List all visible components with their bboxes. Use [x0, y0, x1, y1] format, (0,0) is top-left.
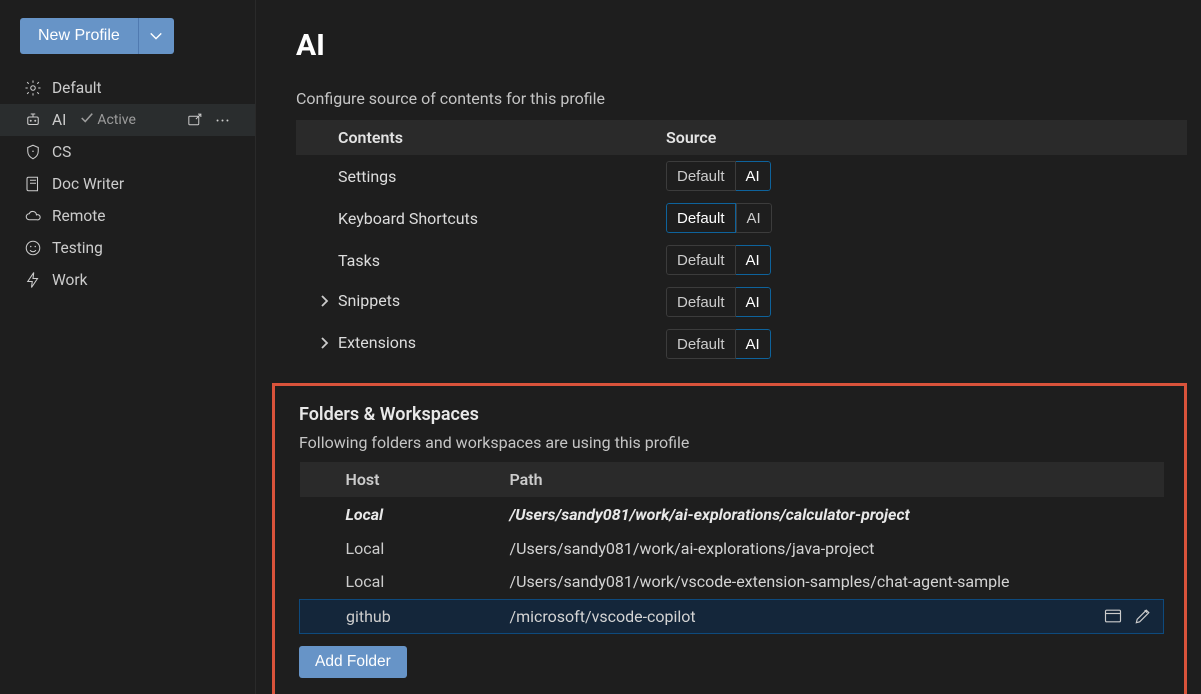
toggle-ai-button[interactable]: AI [736, 329, 771, 359]
contents-row-name: Tasks [296, 239, 666, 281]
toggle-default-button[interactable]: Default [666, 287, 736, 317]
sidebar-item-work[interactable]: Work [0, 264, 255, 296]
source-toggle: DefaultAI [666, 203, 772, 233]
folder-host: Local [300, 565, 510, 599]
contents-row-name: Snippets [296, 281, 666, 323]
source-toggle: DefaultAI [666, 329, 771, 359]
folder-path: /Users/sandy081/work/vscode-extension-sa… [510, 565, 1074, 599]
toggle-default-button[interactable]: Default [666, 329, 736, 359]
sidebar-item-remote[interactable]: Remote [0, 200, 255, 232]
folder-host: github [300, 599, 510, 633]
more-icon[interactable] [213, 111, 231, 129]
new-window-icon[interactable] [185, 111, 203, 129]
folder-host: Local [300, 531, 510, 565]
profile-label: Work [52, 271, 87, 289]
contents-row: SettingsDefaultAI [296, 155, 1187, 197]
folder-row[interactable]: Local/Users/sandy081/work/vscode-extensi… [300, 565, 1164, 599]
profile-label: CS [52, 143, 71, 161]
contents-header-source: Source [666, 120, 1187, 155]
contents-row-source: DefaultAI [666, 281, 1187, 323]
folders-header-path: Path [510, 462, 1074, 497]
folders-header-host: Host [300, 462, 510, 497]
profile-label: AI [52, 111, 66, 129]
toggle-ai-button[interactable]: AI [736, 245, 771, 275]
sidebar-item-doc-writer[interactable]: Doc Writer [0, 168, 255, 200]
source-toggle: DefaultAI [666, 245, 771, 275]
robot-icon [24, 111, 42, 129]
new-profile-control: New Profile [20, 18, 235, 54]
active-badge: Active [80, 111, 136, 129]
contents-row-source: DefaultAI [666, 323, 1187, 365]
folder-path: /Users/sandy081/work/ai-explorations/jav… [510, 531, 1074, 565]
gear-icon [24, 79, 42, 97]
contents-table: Contents Source SettingsDefaultAIKeyboar… [296, 120, 1187, 365]
folders-section: Folders & Workspaces Following folders a… [272, 383, 1187, 694]
contents-row: Keyboard ShortcutsDefaultAI [296, 197, 1187, 239]
contents-row: ExtensionsDefaultAI [296, 323, 1187, 365]
toggle-ai-button[interactable]: AI [736, 287, 771, 317]
contents-description: Configure source of contents for this pr… [256, 63, 1201, 120]
smiley-icon [24, 239, 42, 257]
new-profile-dropdown-button[interactable] [138, 18, 174, 54]
cloud-icon [24, 207, 42, 225]
contents-row: TasksDefaultAI [296, 239, 1187, 281]
toggle-default-button[interactable]: Default [666, 161, 736, 191]
source-toggle: DefaultAI [666, 287, 771, 317]
main-panel: AI Configure source of contents for this… [256, 0, 1201, 694]
profile-list: Default AI Active CS Doc Writer Remote T… [0, 72, 255, 296]
toggle-default-button[interactable]: Default [666, 203, 736, 233]
sidebar-item-testing[interactable]: Testing [0, 232, 255, 264]
folders-description: Following folders and workspaces are usi… [299, 433, 1164, 452]
contents-row-source: DefaultAI [666, 155, 1187, 197]
sidebar-item-ai[interactable]: AI Active [0, 104, 255, 136]
chevron-right-icon[interactable] [316, 335, 332, 351]
open-window-icon[interactable] [1103, 606, 1123, 626]
folder-row[interactable]: Local/Users/sandy081/work/ai-exploration… [300, 531, 1164, 565]
new-profile-button[interactable]: New Profile [20, 18, 138, 54]
toggle-ai-button[interactable]: AI [736, 161, 771, 191]
sidebar-item-default[interactable]: Default [0, 72, 255, 104]
sidebar-item-cs[interactable]: CS [0, 136, 255, 168]
edit-icon[interactable] [1133, 606, 1153, 626]
profile-label: Testing [52, 239, 103, 257]
folder-path: /Users/sandy081/work/ai-explorations/cal… [510, 497, 1074, 531]
folders-table: Host Path Local/Users/sandy081/work/ai-e… [299, 462, 1164, 634]
active-text: Active [97, 112, 136, 128]
toggle-default-button[interactable]: Default [666, 245, 736, 275]
contents-row-name: Keyboard Shortcuts [296, 197, 666, 239]
source-toggle: DefaultAI [666, 161, 771, 191]
folder-row-actions [1074, 606, 1164, 626]
shield-icon [24, 143, 42, 161]
folder-row[interactable]: github/microsoft/vscode-copilot [300, 599, 1164, 633]
contents-row-name: Extensions [296, 323, 666, 365]
page-title: AI [256, 0, 1201, 63]
chevron-down-icon [149, 29, 163, 43]
contents-row: SnippetsDefaultAI [296, 281, 1187, 323]
profile-label: Doc Writer [52, 175, 124, 193]
chevron-right-icon[interactable] [316, 293, 332, 309]
add-folder-button[interactable]: Add Folder [299, 646, 407, 678]
folder-path: /microsoft/vscode-copilot [510, 599, 1074, 633]
contents-row-source: DefaultAI [666, 197, 1187, 239]
folders-title: Folders & Workspaces [299, 404, 1164, 425]
book-icon [24, 175, 42, 193]
contents-row-source: DefaultAI [666, 239, 1187, 281]
contents-header-contents: Contents [296, 120, 666, 155]
toggle-ai-button[interactable]: AI [736, 203, 772, 233]
bolt-icon [24, 271, 42, 289]
contents-row-name: Settings [296, 155, 666, 197]
folder-row[interactable]: Local/Users/sandy081/work/ai-exploration… [300, 497, 1164, 531]
profile-label: Default [52, 79, 102, 97]
folder-host: Local [300, 497, 510, 531]
profile-label: Remote [52, 207, 106, 225]
sidebar: New Profile Default AI Active CS Doc Wri… [0, 0, 256, 694]
